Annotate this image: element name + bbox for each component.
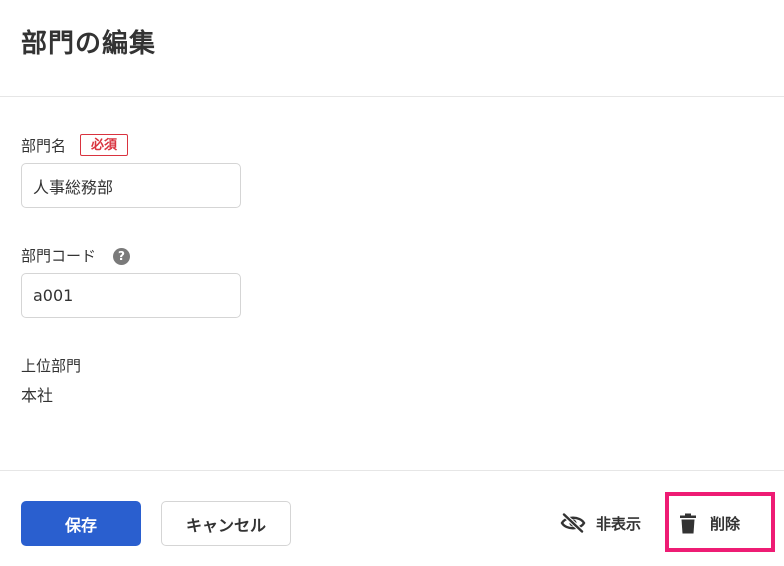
delete-button[interactable]: 削除 — [680, 505, 740, 541]
department-code-label: 部門コード — [21, 247, 97, 265]
page-header: 部門の編集 — [0, 0, 784, 97]
footer-divider — [0, 470, 784, 471]
delete-label: 削除 — [710, 514, 741, 533]
save-button[interactable]: 保存 — [21, 501, 141, 546]
help-icon[interactable]: ? — [113, 248, 130, 265]
edit-department-page: 部門の編集 部門名 必須 部門コード ? 上位部門 本社 保存 キャンセル 非表… — [0, 0, 784, 566]
department-name-input[interactable] — [21, 163, 241, 208]
hide-label: 非表示 — [596, 514, 642, 533]
cancel-button[interactable]: キャンセル — [161, 501, 291, 546]
department-name-label: 部門名 — [21, 137, 67, 155]
parent-department-label: 上位部門 — [21, 357, 82, 375]
parent-department-value: 本社 — [21, 386, 54, 405]
required-badge: 必須 — [80, 134, 129, 156]
trash-icon — [680, 513, 696, 534]
eye-off-icon — [560, 513, 586, 533]
department-code-input[interactable] — [21, 273, 241, 318]
page-title: 部門の編集 — [21, 29, 157, 59]
hide-button[interactable]: 非表示 — [560, 505, 641, 541]
